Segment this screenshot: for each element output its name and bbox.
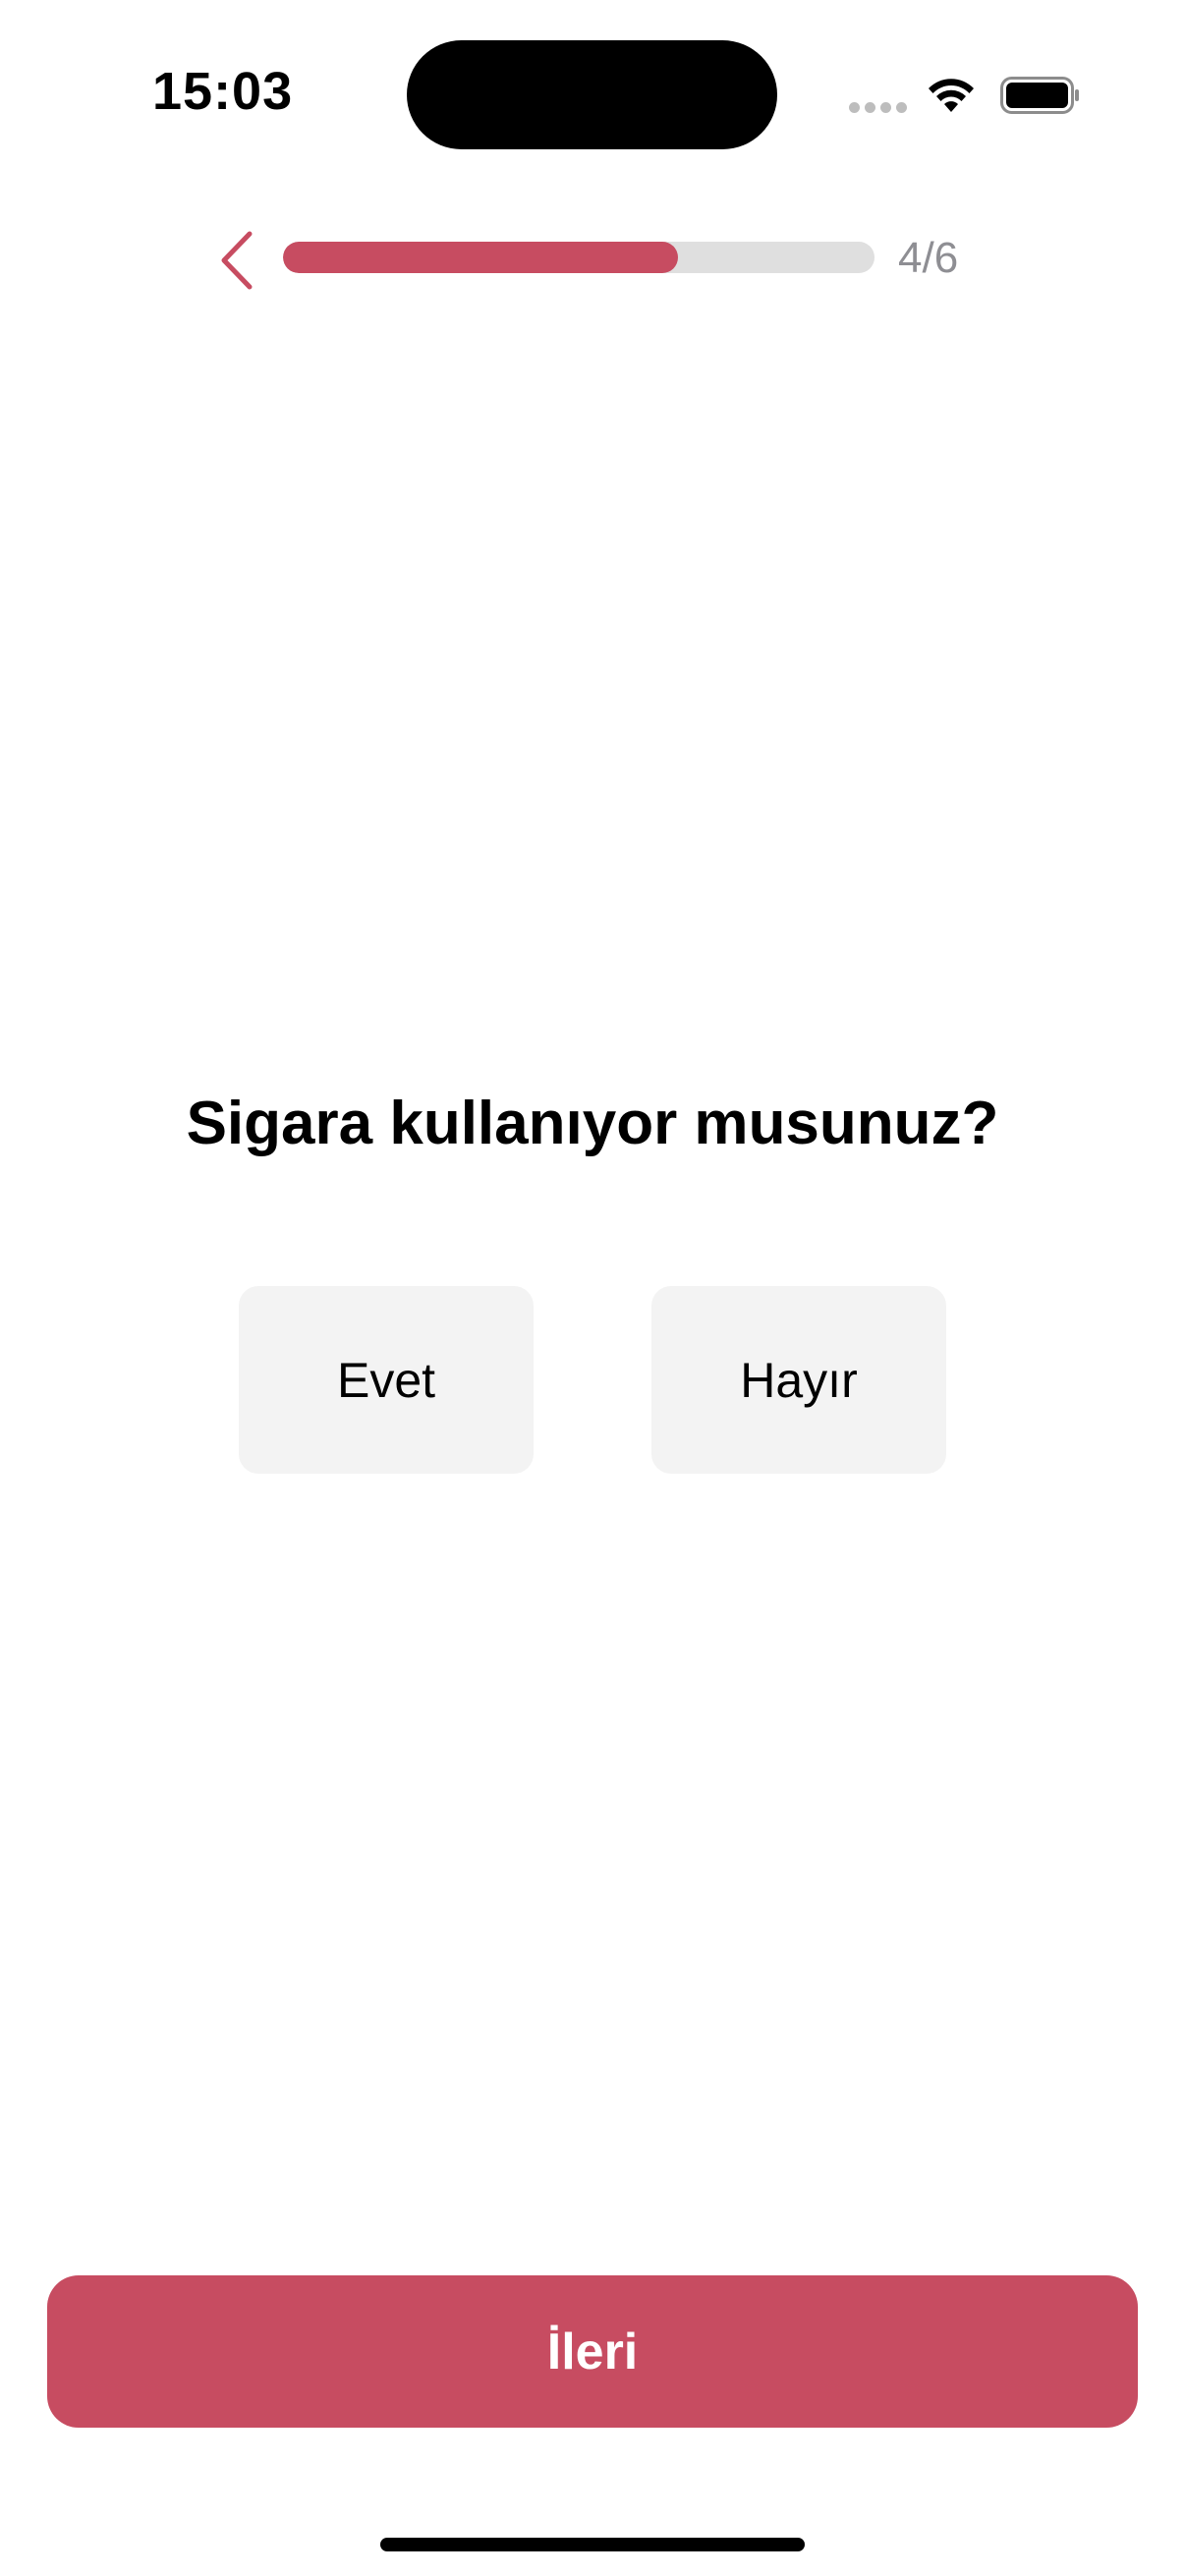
back-button[interactable] [212,228,261,293]
progress-fill [283,242,678,273]
option-no-label: Hayır [740,1352,858,1408]
chevron-left-icon [221,231,253,290]
step-counter: 4/6 [898,234,959,282]
next-button-label: İleri [546,2323,639,2380]
next-button[interactable]: İleri [47,2275,1138,2428]
battery-icon [1000,77,1079,114]
option-yes-button[interactable]: Evet [239,1286,534,1474]
option-yes-label: Evet [336,1352,436,1408]
home-indicator [380,2538,805,2551]
option-no-button[interactable]: Hayır [651,1286,946,1474]
signal-dots-icon [849,102,907,113]
status-time: 15:03 [152,62,294,121]
dynamic-island [407,40,777,149]
wifi-icon [929,79,974,112]
progress-bar [283,242,875,273]
question-title: Sigara kullanıyor musunuz? [186,1090,999,1157]
